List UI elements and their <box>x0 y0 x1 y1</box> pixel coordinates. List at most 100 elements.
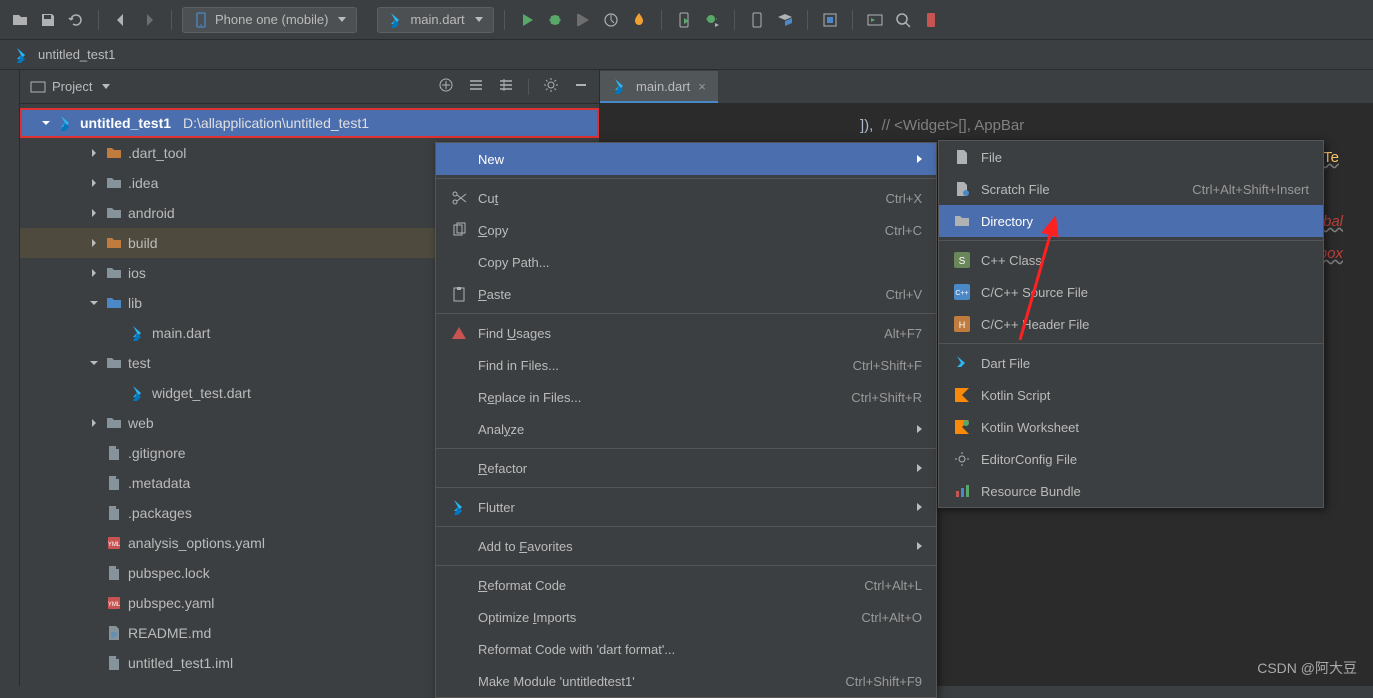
tree-arrow[interactable] <box>88 239 100 247</box>
menu-shortcut: Ctrl+Alt+Shift+Insert <box>1192 182 1309 197</box>
menu-item[interactable]: Reformat Code with 'dart format'... <box>436 633 936 665</box>
avd-icon[interactable] <box>745 8 769 32</box>
watermark: CSDN @阿大豆 <box>1257 658 1357 678</box>
sync-icon[interactable] <box>818 8 842 32</box>
flutter-icon <box>450 499 468 515</box>
menu-item[interactable]: Flutter <box>436 491 936 523</box>
collapse-all-icon[interactable] <box>498 77 514 96</box>
menu-item[interactable]: Reformat CodeCtrl+Alt+L <box>436 569 936 601</box>
refresh-icon[interactable] <box>64 8 88 32</box>
svg-text:H: H <box>959 320 966 330</box>
device-label: Phone one (mobile) <box>215 12 328 27</box>
tree-arrow[interactable] <box>88 269 100 277</box>
panel-title[interactable]: Project <box>52 79 92 94</box>
warn-icon <box>450 325 468 341</box>
file-icon <box>106 475 122 491</box>
yaml-icon: YML <box>106 595 122 611</box>
debug-icon[interactable] <box>543 8 567 32</box>
expand-all-icon[interactable] <box>468 77 484 96</box>
gear-icon[interactable] <box>543 77 559 96</box>
file-icon <box>106 565 122 581</box>
run-anything-icon[interactable] <box>863 8 887 32</box>
editor-tabbar: main.dart × <box>600 70 1373 104</box>
menu-item[interactable]: EditorConfig File <box>939 443 1323 475</box>
menu-item[interactable]: Make Module 'untitledtest1'Ctrl+Shift+F9 <box>436 665 936 697</box>
chevron-down-icon <box>338 17 346 22</box>
menu-item[interactable]: Add to Favorites <box>436 530 936 562</box>
menu-item[interactable]: Replace in Files...Ctrl+Shift+R <box>436 381 936 413</box>
search-icon[interactable] <box>891 8 915 32</box>
menu-item[interactable]: SC++ Class <box>939 244 1323 276</box>
menu-item[interactable]: New <box>436 143 936 175</box>
menu-item[interactable]: Kotlin Worksheet <box>939 411 1323 443</box>
sdk-icon[interactable] <box>773 8 797 32</box>
profile-icon[interactable] <box>599 8 623 32</box>
select-opened-icon[interactable] <box>438 77 454 96</box>
menu-item[interactable]: Find in Files...Ctrl+Shift+F <box>436 349 936 381</box>
forward-icon[interactable] <box>137 8 161 32</box>
menu-item[interactable]: PasteCtrl+V <box>436 278 936 310</box>
back-icon[interactable] <box>109 8 133 32</box>
tree-arrow[interactable] <box>88 179 100 187</box>
svg-text:S: S <box>959 256 966 267</box>
folder-grey-icon <box>106 175 122 191</box>
device-dropdown[interactable]: Phone one (mobile) <box>182 7 357 33</box>
highlight-icon[interactable] <box>919 8 943 32</box>
menu-item[interactable]: Refactor <box>436 452 936 484</box>
run-icon[interactable] <box>515 8 539 32</box>
menu-item[interactable]: Dart File <box>939 347 1323 379</box>
svg-text:YML: YML <box>108 602 121 608</box>
menu-item[interactable]: Directory <box>939 205 1323 237</box>
yaml-icon: YML <box>106 535 122 551</box>
menu-item[interactable]: Analyze <box>436 413 936 445</box>
tree-arrow[interactable] <box>88 299 100 307</box>
menu-item-label: C/C++ Header File <box>981 317 1309 332</box>
menu-item[interactable]: CopyCtrl+C <box>436 214 936 246</box>
tree-arrow[interactable] <box>88 209 100 217</box>
open-icon[interactable] <box>8 8 32 32</box>
menu-item[interactable]: File <box>939 141 1323 173</box>
attach-debugger-icon[interactable] <box>672 8 696 32</box>
hot-reload-icon[interactable] <box>627 8 651 32</box>
menu-item[interactable]: Resource Bundle <box>939 475 1323 507</box>
scissors-icon <box>450 190 468 206</box>
gear-icon <box>953 451 971 467</box>
chevron-down-icon[interactable] <box>102 84 110 89</box>
coverage-icon[interactable] <box>571 8 595 32</box>
chevron-right-icon <box>917 503 922 511</box>
tree-item-label: analysis_options.yaml <box>128 535 265 551</box>
menu-item[interactable]: Find UsagesAlt+F7 <box>436 317 936 349</box>
menu-item-label: Reformat Code <box>478 578 854 593</box>
tree-arrow[interactable] <box>88 359 100 367</box>
breadcrumb-text[interactable]: untitled_test1 <box>38 47 115 62</box>
project-root[interactable]: untitled_test1 D:\allapplication\untitle… <box>20 108 599 138</box>
menu-item[interactable]: H C/C++ Header File <box>939 308 1323 340</box>
tree-arrow[interactable] <box>88 149 100 157</box>
menu-item[interactable]: Kotlin Script <box>939 379 1323 411</box>
editor-tab[interactable]: main.dart × <box>600 71 718 103</box>
folder-blue-icon <box>106 295 122 311</box>
tree-item-label: web <box>128 415 154 431</box>
run-config-label: main.dart <box>410 12 464 27</box>
save-icon[interactable] <box>36 8 60 32</box>
menu-item[interactable]: Copy Path... <box>436 246 936 278</box>
tree-item-label: widget_test.dart <box>152 385 251 401</box>
menu-item[interactable]: Optimize ImportsCtrl+Alt+O <box>436 601 936 633</box>
minimize-icon[interactable] <box>573 77 589 96</box>
run-config-dropdown[interactable]: main.dart <box>377 7 493 33</box>
menu-item[interactable]: C++C/C++ Source File <box>939 276 1323 308</box>
file-icon <box>106 445 122 461</box>
tree-arrow[interactable] <box>88 419 100 427</box>
menu-item[interactable]: Scratch FileCtrl+Alt+Shift+Insert <box>939 173 1323 205</box>
menu-item-label: Paste <box>478 287 876 302</box>
cpp-s-icon: S <box>953 252 971 268</box>
menu-item-label: Add to Favorites <box>478 539 907 554</box>
menu-item-label: Copy <box>478 223 875 238</box>
tab-label: main.dart <box>636 79 690 94</box>
kotlin-ws-icon <box>953 419 971 435</box>
menu-item-label: Optimize Imports <box>478 610 851 625</box>
debug-attach-icon[interactable] <box>700 8 724 32</box>
close-icon[interactable]: × <box>698 79 706 94</box>
menu-item[interactable]: CutCtrl+X <box>436 182 936 214</box>
chevron-right-icon <box>917 425 922 433</box>
